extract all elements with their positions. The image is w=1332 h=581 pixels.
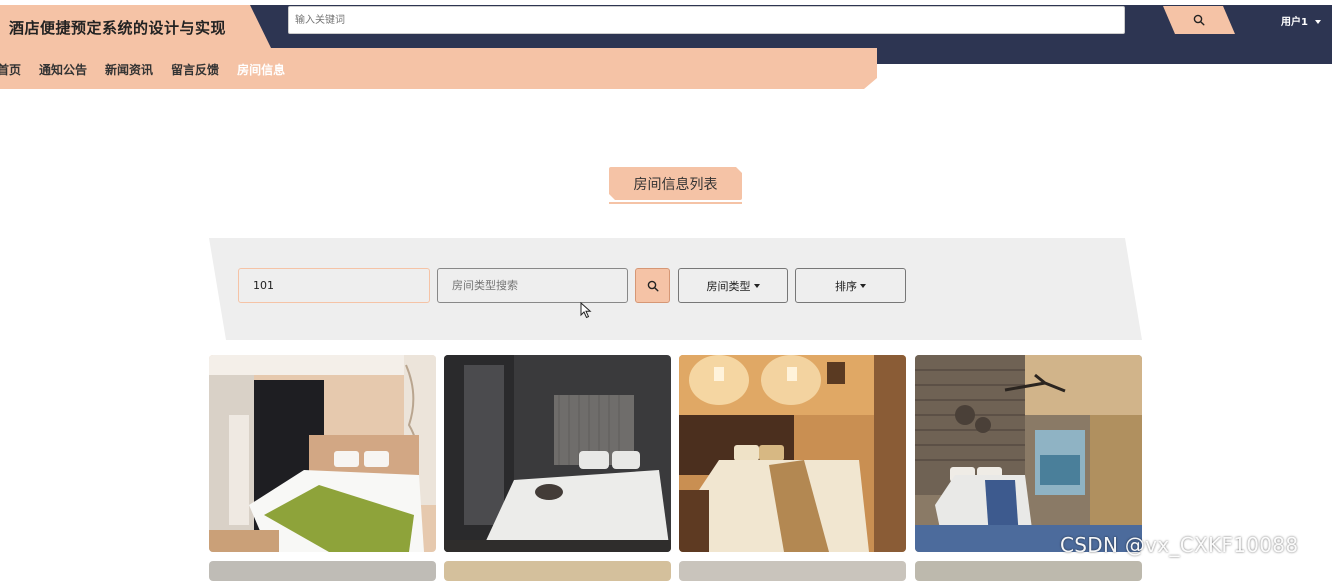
site-title: 酒店便捷预定系统的设计与实现 [9, 19, 227, 37]
room-photo [679, 355, 906, 552]
room-card[interactable] [679, 355, 906, 552]
nav-item-notices[interactable]: 通知公告 [39, 61, 87, 78]
sort-dropdown-label: 排序 [835, 279, 857, 293]
user-label: 用户1 [1281, 17, 1308, 28]
section-title: 房间信息列表 [609, 167, 742, 200]
room-type-dropdown-label: 房间类型 [706, 279, 751, 293]
search-icon [1193, 14, 1205, 26]
room-photo [209, 355, 436, 552]
caret-down-icon [753, 283, 760, 288]
room-card[interactable] [209, 561, 436, 581]
nav-item-home[interactable]: 首页 [0, 61, 21, 78]
top-strip [0, 0, 1332, 5]
room-card[interactable] [915, 561, 1142, 581]
room-card[interactable] [444, 561, 671, 581]
main-nav: 首页 通知公告 新闻资讯 留言反馈 房间信息 [0, 48, 877, 89]
chevron-down-icon [1315, 20, 1322, 24]
room-photo [444, 355, 671, 552]
search-icon [647, 280, 659, 292]
mouse-cursor-icon [580, 302, 592, 319]
room-card[interactable] [679, 561, 906, 581]
user-menu[interactable]: 用户1 [1281, 13, 1322, 28]
filter-search-button[interactable] [635, 268, 670, 303]
room-card[interactable] [444, 355, 671, 552]
search-button[interactable] [1163, 6, 1235, 34]
room-type-dropdown[interactable]: 房间类型 [678, 268, 788, 303]
room-type-search-input[interactable] [437, 268, 628, 303]
nav-item-news[interactable]: 新闻资讯 [105, 61, 153, 78]
room-photo [915, 355, 1142, 552]
search-input[interactable] [288, 6, 1125, 34]
section-header: 房间信息列表 [609, 167, 742, 205]
nav-item-rooms[interactable]: 房间信息 [237, 61, 285, 78]
caret-down-icon [860, 283, 866, 288]
section-underline [609, 202, 742, 204]
room-card[interactable] [209, 355, 436, 552]
watermark: CSDN @vx_CXKF10088 [1060, 533, 1299, 557]
nav-item-feedback[interactable]: 留言反馈 [171, 61, 219, 78]
room-card[interactable] [915, 355, 1142, 552]
brand-block: 酒店便捷预定系统的设计与实现 [0, 5, 272, 50]
room-number-input[interactable] [238, 268, 430, 303]
sort-dropdown[interactable]: 排序 [795, 268, 906, 303]
